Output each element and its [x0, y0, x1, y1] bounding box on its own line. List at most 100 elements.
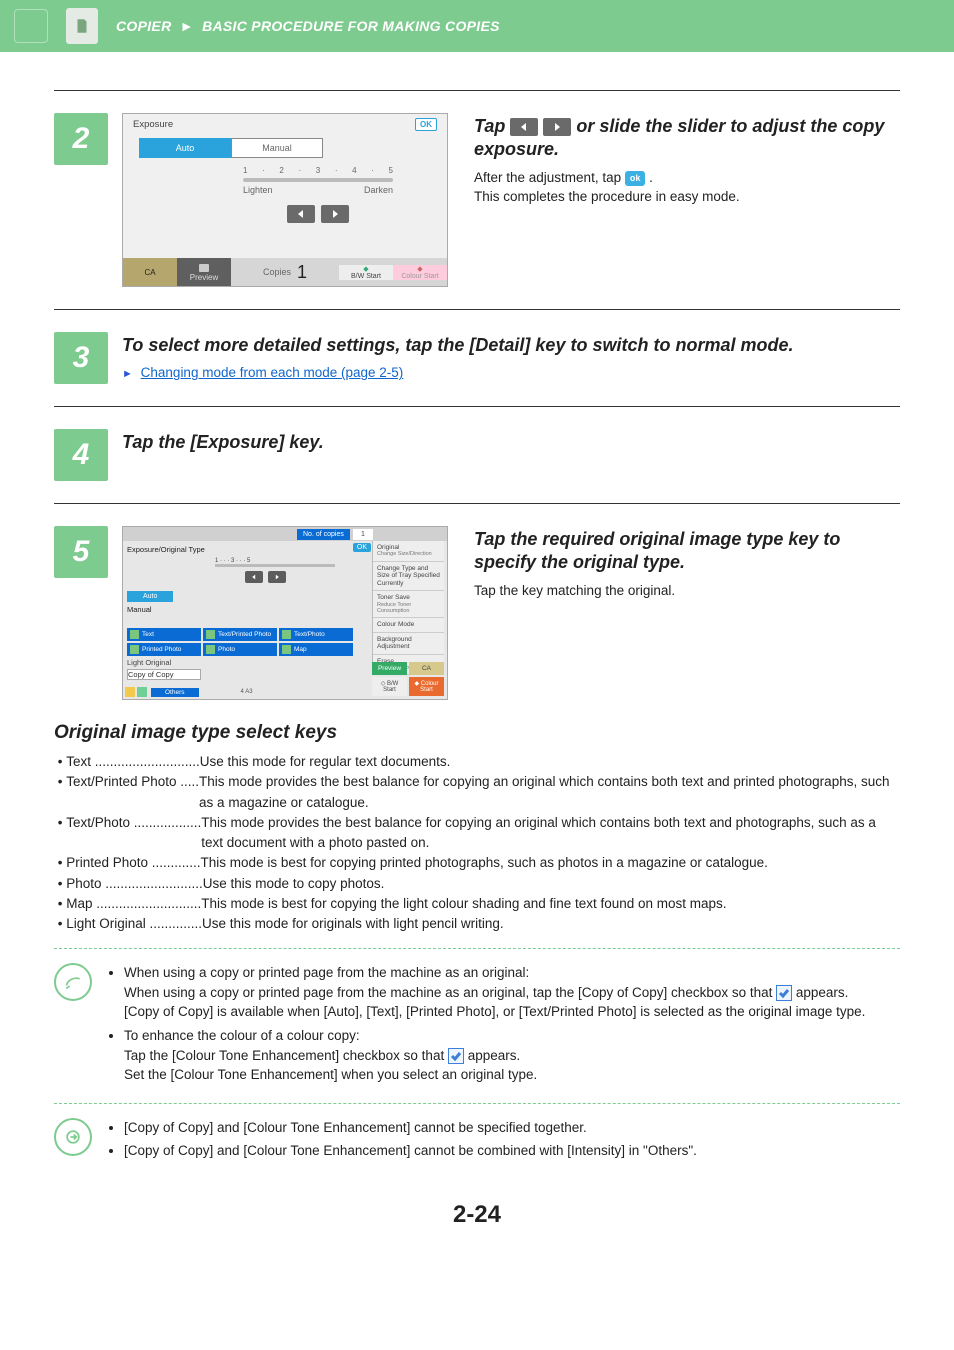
decrease-button[interactable] [245, 571, 263, 583]
favorite-icon[interactable] [125, 687, 135, 697]
link-arrow-icon: ► [122, 368, 133, 380]
breadcrumb: COPIER ► BASIC PROCEDURE FOR MAKING COPI… [116, 18, 500, 34]
definition-row: • Printed Photo .............This mode i… [54, 853, 900, 873]
definition-row: • Text ............................Use t… [54, 752, 900, 772]
step-number: 3 [54, 332, 108, 384]
definition-term: • Map ............................ [54, 894, 201, 914]
breadcrumb-page[interactable]: BASIC PROCEDURE FOR MAKING COPIES [202, 18, 500, 34]
definition-row: • Light Original ..............Use this … [54, 914, 900, 934]
panel-background-adj[interactable]: Background Adjustment [373, 633, 444, 655]
step-title: Tap the [Exposure] key. [122, 431, 900, 454]
preview-button[interactable]: Preview [177, 258, 231, 286]
breadcrumb-separator-icon: ► [180, 18, 194, 34]
divider [54, 503, 900, 504]
type-text-photo[interactable]: Text/Photo [279, 628, 353, 641]
screenshot-exposure-easy: Exposure OK Auto Manual 1· 2· 3· 4· 5 [122, 113, 448, 287]
label-darken: Darken [364, 185, 393, 195]
step-description: After the adjustment, tap ok . This comp… [474, 168, 900, 207]
increase-button[interactable] [321, 205, 349, 223]
exposure-slider[interactable]: 1· 2· 3· 4· 5 Lighten Darken [243, 166, 393, 223]
type-text[interactable]: Text [127, 628, 201, 641]
colour-start-button[interactable]: ◆ ColourStart [409, 677, 444, 696]
restriction-b: [Copy of Copy] and [Colour Tone Enhancem… [124, 1141, 900, 1161]
decrease-button[interactable] [287, 205, 315, 223]
definition-desc: This mode is best for copying the light … [201, 894, 900, 914]
note-info: When using a copy or printed page from t… [54, 963, 900, 1088]
definition-term: • Text ............................ [54, 752, 200, 772]
step-number: 2 [54, 113, 108, 165]
no-of-copies-value[interactable]: 1 [353, 529, 373, 540]
divider [54, 90, 900, 91]
definition-row: • Map ............................This m… [54, 894, 900, 914]
increase-button[interactable] [268, 571, 286, 583]
ok-button[interactable]: OK [415, 118, 437, 131]
tab-manual[interactable]: Manual [231, 138, 323, 158]
left-arrow-icon [510, 118, 538, 136]
preview-button[interactable]: Preview [372, 662, 407, 675]
type-map[interactable]: Map [279, 643, 353, 656]
definition-desc: Use this mode to copy photos. [203, 874, 900, 894]
type-photo[interactable]: Photo [203, 643, 277, 656]
ca-button[interactable]: CA [409, 662, 444, 675]
definition-term: • Text/Printed Photo ..... [54, 772, 199, 792]
step-title: Tap the required original image type key… [474, 528, 900, 575]
ca-button[interactable]: CA [123, 258, 177, 286]
definition-row: • Photo ..........................Use th… [54, 874, 900, 894]
panel-toner-save[interactable]: Toner Save Reduce Toner Consumption [373, 591, 444, 618]
note-copy-of-copy: When using a copy or printed page from t… [124, 963, 900, 1022]
dashed-divider [54, 948, 900, 949]
step-3: 3 To select more detailed settings, tap … [54, 332, 900, 384]
type-light-original[interactable]: Light Original [127, 658, 201, 667]
definition-desc: Use this mode for originals with light p… [202, 914, 900, 934]
step-title: To select more detailed settings, tap th… [122, 334, 900, 357]
panel-original[interactable]: Original Change Size/Direction [373, 541, 444, 562]
breadcrumb-section[interactable]: COPIER [116, 18, 171, 34]
link-changing-mode[interactable]: Changing mode from each mode (page 2-5) [141, 365, 404, 380]
step-description: Tap the key matching the original. [474, 581, 900, 601]
definition-term: • Printed Photo ............. [54, 853, 201, 873]
no-of-copies-label: No. of copies [297, 529, 350, 540]
ok-pill-icon: ok [625, 171, 646, 186]
definition-row: • Text/Photo ..................This mode… [54, 813, 900, 854]
right-arrow-icon [543, 118, 571, 136]
tick: 1 [243, 166, 247, 175]
bw-start-button[interactable]: ◇ B/WStart [372, 677, 407, 696]
tab-auto[interactable]: Auto [139, 138, 231, 158]
colour-start-button[interactable]: ◆ Colour Start [393, 265, 447, 280]
step-4: 4 Tap the [Exposure] key. [54, 429, 900, 481]
header-bar: COPIER ► BASIC PROCEDURE FOR MAKING COPI… [0, 0, 954, 52]
step-2: 2 Exposure OK Auto Manual 1· 2· 3· 4 [54, 113, 900, 287]
definition-desc: This mode is best for copying printed ph… [201, 853, 900, 873]
type-text-printed-photo[interactable]: Text/Printed Photo [203, 628, 277, 641]
panel-change-tray[interactable]: Change Type and Size of Tray Specified C… [373, 562, 444, 591]
checkbox-checked-icon [448, 1048, 464, 1064]
definition-term: • Light Original .............. [54, 914, 202, 934]
bw-start-button[interactable]: ◆ B/W Start [339, 265, 393, 280]
definition-term: • Photo .......................... [54, 874, 203, 894]
eco-icon[interactable] [137, 687, 147, 697]
restriction-icon [54, 1118, 92, 1156]
step-number: 4 [54, 429, 108, 481]
action-panel: Original Change Size/Direction Change Ty… [372, 541, 444, 673]
type-copy-of-copy[interactable]: Copy of Copy [127, 669, 201, 680]
page-number: 2-24 [54, 1201, 900, 1229]
label-lighten: Lighten [243, 185, 273, 195]
panel-colour-mode[interactable]: Colour Mode [373, 618, 444, 632]
tick: 5 [389, 166, 393, 175]
definition-desc: This mode provides the best balance for … [199, 772, 900, 813]
divider [54, 406, 900, 407]
note-colour-tone: To enhance the colour of a colour copy: … [124, 1026, 900, 1085]
shot-title: Exposure [133, 119, 173, 130]
type-printed-photo[interactable]: Printed Photo [127, 643, 201, 656]
original-type-definitions: • Text ............................ Use t… [54, 752, 900, 934]
auto-button[interactable]: Auto [127, 591, 173, 602]
step-number: 5 [54, 526, 108, 578]
definition-desc: This mode provides the best balance for … [201, 813, 900, 854]
exposure-slider[interactable]: 1 · · · 3 · · · 5 [215, 558, 335, 567]
definition-row: • Text/Printed Photo .....This mode prov… [54, 772, 900, 813]
exposure-original-type-label: Exposure/Original Type [127, 545, 377, 554]
back-button[interactable] [14, 9, 48, 43]
others-button[interactable]: Others [151, 688, 199, 697]
tick: 2 [279, 166, 283, 175]
paper-indicator: 4 A3 [241, 689, 253, 695]
